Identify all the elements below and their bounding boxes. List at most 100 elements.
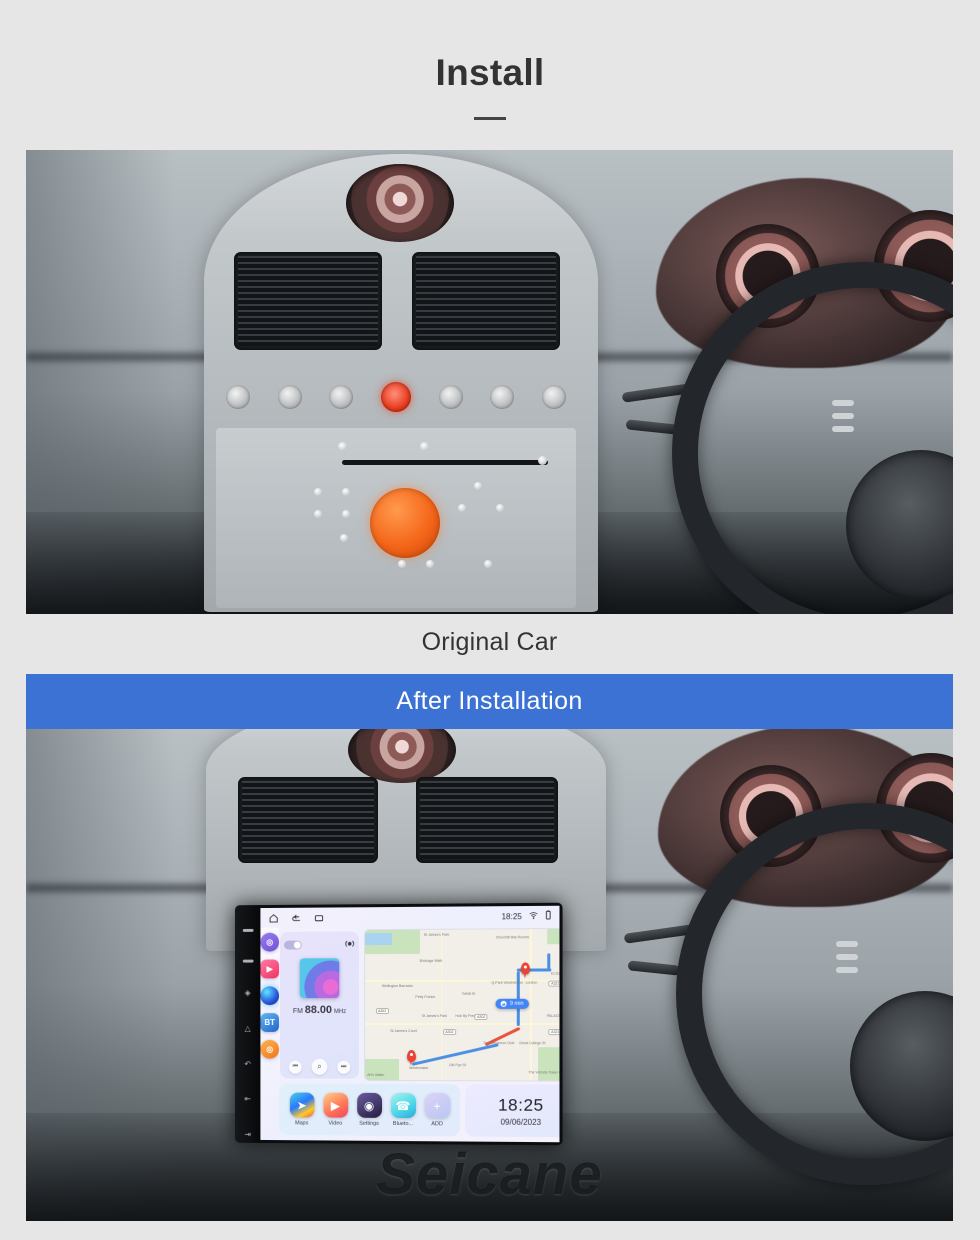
app-add[interactable]: + ADD xyxy=(420,1093,454,1127)
steering-button-3[interactable] xyxy=(832,426,854,432)
key-prev-icon[interactable]: ⇤ xyxy=(244,1096,251,1104)
settings-icon[interactable]: ◉ xyxy=(357,1093,382,1118)
key-home-icon[interactable]: △ xyxy=(245,1025,251,1033)
map-destination-label: London xyxy=(525,981,537,985)
console-button-6[interactable] xyxy=(490,385,514,409)
status-bar-right: 18:25 xyxy=(502,910,552,922)
radio-transport-controls[interactable]: ⏮ ⌕ ⏭ xyxy=(284,1059,355,1075)
head-unit-physical-keys[interactable]: ◈ △ ↶ ⇤ ⇥ xyxy=(235,905,260,1145)
map-label-9: ELIZABETH TOWER xyxy=(551,971,559,975)
steering-button-1[interactable] xyxy=(832,400,854,406)
map-label-11: The Cinnamon Club xyxy=(483,1041,515,1045)
steering-button-2-after[interactable] xyxy=(836,954,858,960)
radio-prev-button[interactable]: ⏮ xyxy=(289,1060,302,1073)
head-unit-widgets-row: FM 88.00 MHz ⏮ ⌕ ⏭ Westminster London St… xyxy=(279,929,559,1081)
steering-button-3-after[interactable] xyxy=(836,967,858,973)
map-label-14: St James's Court xyxy=(390,1029,417,1033)
hazard-light-button[interactable] xyxy=(381,382,411,412)
console-button-3[interactable] xyxy=(329,385,353,409)
steering-wheel-buttons-after[interactable] xyxy=(836,941,858,973)
bluetooth-icon[interactable]: ☎ xyxy=(391,1093,416,1118)
radio-band: FM xyxy=(293,1008,303,1015)
location-rail-icon[interactable]: ◎ xyxy=(260,933,279,952)
steering-button-2[interactable] xyxy=(832,413,854,419)
original-car-photo xyxy=(26,150,953,614)
climate-pin-b xyxy=(342,488,350,496)
app-maps[interactable]: ➤ Maps xyxy=(285,1092,319,1126)
assistant-rail-icon[interactable] xyxy=(260,986,279,1005)
head-unit-dock-row: ➤ Maps ▶ Video ◉ Settings ☎ Blueto... + … xyxy=(279,1084,559,1138)
climate-pin-a xyxy=(314,488,322,496)
original-car-caption: Original Car xyxy=(26,628,953,657)
climate-pin-f xyxy=(458,504,466,512)
radio-frequency-display: FM 88.00 MHz xyxy=(293,1004,346,1016)
settings-rail-icon[interactable]: ◎ xyxy=(260,1040,279,1059)
console-button-5[interactable] xyxy=(439,385,463,409)
map-origin-pin xyxy=(407,1050,416,1062)
key-power-icon[interactable]: ◈ xyxy=(245,990,251,998)
console-button-row xyxy=(226,382,566,412)
air-vent-right xyxy=(412,252,560,350)
app-video[interactable]: ▶ Video xyxy=(319,1093,353,1127)
app-settings[interactable]: ◉ Settings xyxy=(352,1093,386,1127)
head-unit-side-rail[interactable]: ◎ ▶ BT ◎ xyxy=(260,928,279,1140)
video-icon[interactable]: ▶ xyxy=(323,1093,348,1118)
radio-search-button[interactable]: ⌕ xyxy=(312,1059,328,1075)
temperature-slider[interactable] xyxy=(342,460,548,465)
key-volume-up-icon[interactable] xyxy=(242,929,253,932)
steering-wheel-buttons[interactable] xyxy=(832,400,854,432)
play-rail-icon[interactable]: ▶ xyxy=(260,960,279,979)
app-dock[interactable]: ➤ Maps ▶ Video ◉ Settings ☎ Blueto... + … xyxy=(279,1084,460,1137)
slider-pin-left xyxy=(338,442,347,451)
climate-pin-h xyxy=(474,482,482,490)
console-button-2[interactable] xyxy=(278,385,302,409)
key-back-icon[interactable]: ↶ xyxy=(244,1060,251,1068)
radio-power-toggle[interactable] xyxy=(284,940,302,949)
console-button-7[interactable] xyxy=(542,385,566,409)
navigation-buttons[interactable] xyxy=(268,912,324,923)
map-origin-label: Westminster xyxy=(409,1066,428,1070)
radio-next-button[interactable]: ⏭ xyxy=(337,1060,350,1073)
clock-time: 18:25 xyxy=(498,1095,544,1115)
climate-pin-i xyxy=(398,560,406,568)
radio-widget[interactable]: FM 88.00 MHz ⏮ ⌕ ⏭ xyxy=(279,930,360,1080)
head-unit-main-area: FM 88.00 MHz ⏮ ⌕ ⏭ Westminster London St… xyxy=(279,926,559,1142)
radio-unit: MHz xyxy=(334,1009,346,1015)
climate-pin-g xyxy=(496,504,504,512)
map-water-area xyxy=(365,933,392,945)
map-label-1: Churchill War Rooms xyxy=(496,935,529,939)
steering-button-1-after[interactable] xyxy=(836,941,858,947)
clock-widget[interactable]: 18:25 09/06/2023 xyxy=(465,1084,559,1137)
app-maps-label: Maps xyxy=(295,1120,308,1126)
back-icon[interactable] xyxy=(291,912,302,923)
climate-pin-k xyxy=(484,560,492,568)
page-title: Install xyxy=(0,52,980,94)
wifi-icon xyxy=(529,910,538,921)
map-road-shield-0: A302 xyxy=(376,1008,389,1014)
recents-icon[interactable] xyxy=(314,912,325,923)
clock-date: 09/06/2023 xyxy=(501,1117,542,1126)
app-add-label: ADD xyxy=(431,1121,443,1127)
map-label-17: Art's Italian xyxy=(367,1073,384,1077)
map-label-13: Old Pye St xyxy=(449,1063,466,1067)
home-icon[interactable] xyxy=(268,912,279,923)
add-icon[interactable]: + xyxy=(425,1093,450,1118)
key-volume-down-icon[interactable] xyxy=(242,959,253,962)
bluetooth-rail-icon[interactable]: BT xyxy=(260,1013,279,1032)
maps-icon[interactable]: ➤ xyxy=(289,1093,314,1118)
map-road-shield-4: A3212 xyxy=(549,981,560,987)
android-head-unit[interactable]: ◈ △ ↶ ⇤ ⇥ 18:25 ◎ ▶ BT ◎ FM 88.00 MHz ⏮ … xyxy=(235,903,563,1146)
status-bar-time: 18:25 xyxy=(502,912,522,921)
console-button-1[interactable] xyxy=(226,385,250,409)
radio-widget-header xyxy=(284,935,355,953)
map-widget[interactable]: Westminster London St James's Park Churc… xyxy=(365,929,559,1081)
head-unit-screen[interactable]: 18:25 ◎ ▶ BT ◎ FM 88.00 MHz ⏮ ⌕ ⏭ Westmi… xyxy=(260,906,559,1142)
app-bluetooth[interactable]: ☎ Blueto... xyxy=(386,1093,420,1127)
map-park-area-3 xyxy=(538,1047,559,1080)
map-label-2: Birdcage Walk xyxy=(420,958,443,962)
air-vent-right-after xyxy=(416,777,558,863)
air-vent-left xyxy=(234,252,382,350)
climate-knob[interactable] xyxy=(370,488,440,558)
key-next-icon[interactable]: ⇥ xyxy=(244,1131,251,1139)
map-label-7: St James's Park xyxy=(422,1014,447,1018)
